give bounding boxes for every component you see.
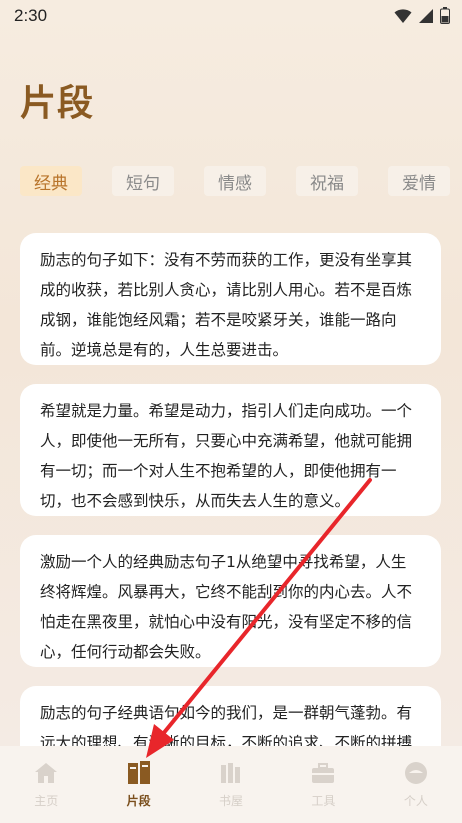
- quote-text: 希望就是力量。希望是动力，指引人们走向成功。一个人，即使他一无所有，只要心中充满…: [40, 402, 413, 510]
- signal-icon: [419, 8, 433, 23]
- home-icon: [33, 760, 59, 786]
- quote-card[interactable]: 激励一个人的经典励志句子1从绝望中寻找希望，人生终将辉煌。风暴再大，它终不能刮到…: [20, 535, 441, 667]
- nav-label: 主页: [34, 794, 59, 808]
- bookshelf-icon: [218, 760, 244, 786]
- tab-short[interactable]: 短句: [112, 166, 174, 196]
- status-time: 2:30: [14, 6, 48, 25]
- nav-label: 书屋: [219, 794, 244, 808]
- status-icons: [394, 7, 450, 24]
- nav-label: 片段: [126, 794, 151, 808]
- tab-classic[interactable]: 经典: [20, 166, 82, 196]
- quote-text: 励志的句子如下：没有不劳而获的工作，更没有坐享其成的收获，若比别人贪心，请比别人…: [40, 251, 413, 359]
- nav-fragments[interactable]: 片段: [92, 746, 184, 823]
- nav-label: 工具: [311, 794, 336, 808]
- nav-label: 个人: [403, 794, 428, 808]
- quote-text: 激励一个人的经典励志句子1从绝望中寻找希望，人生终将辉煌。风暴再大，它终不能刮到…: [40, 553, 413, 661]
- wifi-icon: [394, 8, 412, 23]
- battery-icon: [440, 7, 450, 24]
- quote-card[interactable]: 希望就是力量。希望是动力，指引人们走向成功。一个人，即使他一无所有，只要心中充满…: [20, 384, 441, 516]
- quote-card[interactable]: 励志的句子如下：没有不劳而获的工作，更没有坐享其成的收获，若比别人贪心，请比别人…: [20, 233, 441, 365]
- toolbox-icon: [310, 760, 336, 786]
- tab-love[interactable]: 爱情: [388, 166, 450, 196]
- nav-bookstore[interactable]: 书屋: [185, 746, 277, 823]
- bottom-nav: 主页 片段 书屋 工具 个人: [0, 746, 462, 823]
- nav-profile[interactable]: 个人: [370, 746, 462, 823]
- tab-blessing[interactable]: 祝福: [296, 166, 358, 196]
- tab-emotion[interactable]: 情感: [204, 166, 266, 196]
- book-icon: [126, 760, 152, 786]
- nav-tools[interactable]: 工具: [277, 746, 369, 823]
- page-title: 片段: [20, 82, 95, 124]
- person-icon: [403, 760, 429, 786]
- category-tabs: 经典 短句 情感 祝福 爱情: [20, 166, 462, 196]
- nav-home[interactable]: 主页: [0, 746, 92, 823]
- status-bar: 2:30: [0, 0, 462, 32]
